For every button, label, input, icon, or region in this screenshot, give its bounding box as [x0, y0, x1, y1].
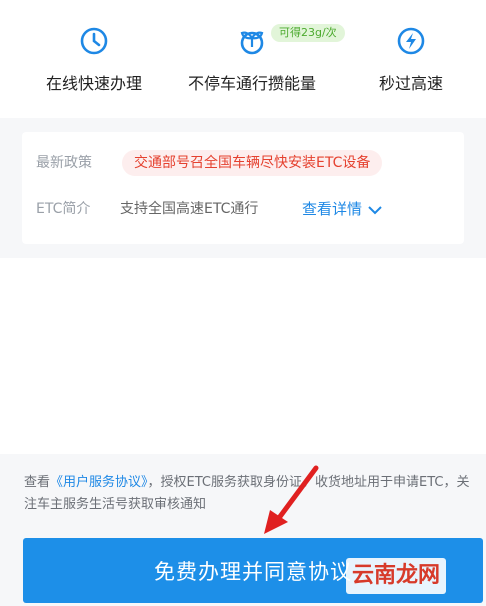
content-area	[0, 258, 486, 454]
feature-strip: 在线快速办理 不停车通行攒能量 秒过高速 可得23g/次	[0, 0, 486, 118]
chevron-down-icon	[368, 205, 382, 214]
view-details-label: 查看详情	[302, 200, 363, 218]
leaf-sprout-icon	[240, 31, 264, 55]
intro-label: ETC简介	[36, 201, 91, 217]
intro-text: 支持全国高速ETC通行	[120, 201, 259, 217]
clock-icon	[80, 27, 108, 55]
info-card: 最新政策 交通部号召全国车辆尽快安装ETC设备 ETC简介 支持全国高速ETC通…	[22, 132, 464, 244]
feature-label: 在线快速办理	[45, 74, 142, 93]
agreement-text: 查看《用户服务协议》，授权ETC服务获取身份证、收货地址用于申请ETC，关注车主…	[24, 472, 472, 516]
feature-fast-pass: 秒过高速	[330, 24, 486, 94]
policy-pill[interactable]: 交通部号召全国车辆尽快安装ETC设备	[122, 150, 383, 176]
watermark-logo: 云南龙网	[346, 558, 447, 594]
view-details-link[interactable]: 查看详情	[302, 198, 382, 219]
lightning-icon	[397, 27, 425, 55]
energy-badge: 可得23g/次	[271, 24, 345, 42]
feature-label: 不停车通行攒能量	[187, 74, 316, 93]
feature-label: 秒过高速	[378, 74, 443, 93]
policy-label: 最新政策	[36, 155, 92, 171]
arrow-pointer-icon	[264, 465, 319, 534]
feature-online-processing: 在线快速办理	[13, 24, 175, 94]
user-agreement-link[interactable]: 《用户服务协议》	[50, 475, 148, 490]
agreement-prefix: 查看	[24, 475, 51, 490]
